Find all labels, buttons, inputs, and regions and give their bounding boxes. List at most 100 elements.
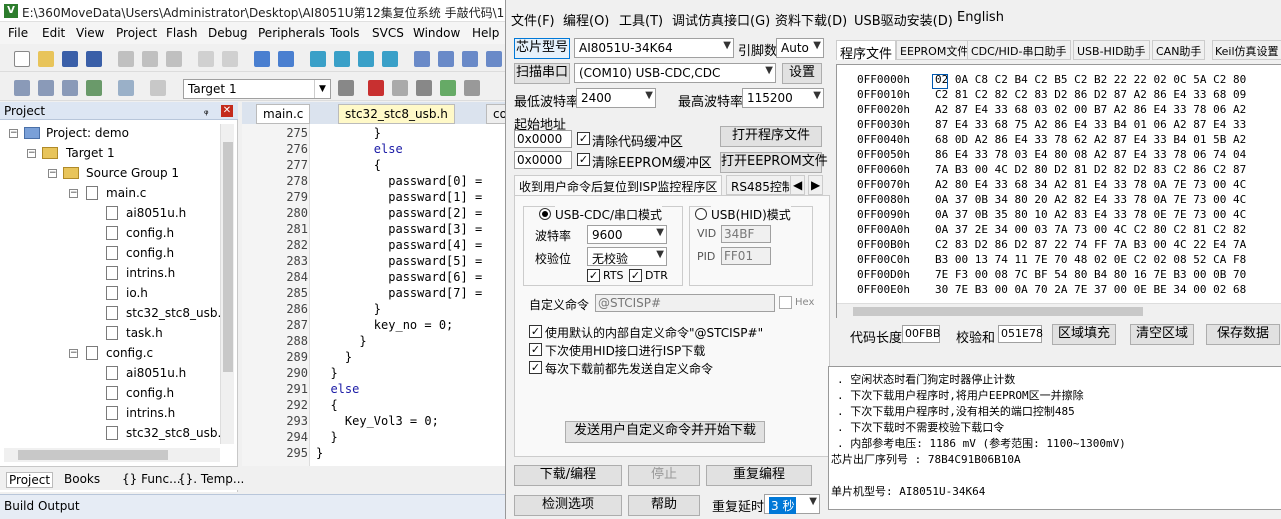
tab-eeprom-file[interactable]: EEPROM文件 — [896, 40, 973, 60]
clear-area-button[interactable]: 清空区域 — [1130, 324, 1194, 345]
area-fill-button[interactable]: 区域填充 — [1052, 324, 1116, 345]
code-start-address-input[interactable]: 0x0000 — [514, 130, 572, 148]
clear-bookmarks-icon[interactable] — [382, 51, 398, 67]
menu-view[interactable]: View — [76, 26, 104, 40]
tab-cdc-hid-serial[interactable]: CDC/HID-串口助手 — [967, 40, 1071, 60]
hex-horizontal-scrollbar[interactable] — [837, 303, 1281, 318]
tab-functions[interactable]: {} Func... — [122, 472, 181, 486]
hex-bytes[interactable]: 0A 37 0B 35 80 10 A2 83 E4 33 78 0E 7E 7… — [935, 208, 1246, 221]
tab-books[interactable]: Books — [64, 472, 100, 486]
rebuild-icon[interactable] — [62, 80, 78, 96]
settings-icon[interactable] — [464, 80, 480, 96]
tree-horizontal-scrollbar[interactable] — [4, 448, 220, 462]
tab-program-file[interactable]: 程序文件 — [836, 40, 897, 62]
usb-cdc-radio[interactable] — [539, 208, 551, 220]
chip-model-button[interactable]: 芯片型号 — [514, 38, 570, 59]
hex-bytes[interactable]: 7A B3 00 4C D2 80 D2 81 D2 82 D2 83 C2 8… — [935, 163, 1246, 176]
target-select[interactable]: Target 1 ▼ — [183, 79, 331, 99]
tab-project[interactable]: Project — [6, 472, 54, 488]
tree-source-group[interactable]: Source Group 1 — [86, 166, 179, 180]
copy-icon[interactable] — [142, 51, 158, 67]
hex-bytes[interactable]: C2 81 C2 82 C2 83 D2 86 D2 87 A2 86 E4 3… — [935, 88, 1246, 101]
tree-item[interactable]: config.h — [126, 386, 174, 400]
tree-item[interactable]: stc32_stc8_usb.h — [126, 306, 229, 320]
new-file-icon[interactable] — [14, 51, 30, 67]
custom-command-input[interactable]: @STCISP# — [595, 294, 775, 312]
open-program-file-button[interactable]: 打开程序文件 — [720, 126, 822, 147]
undo-icon[interactable] — [198, 51, 214, 67]
save-all-icon[interactable] — [86, 51, 102, 67]
target-options-icon[interactable] — [338, 80, 354, 96]
output-log[interactable]: . 空闲状态时看门狗定时器停止计数 . 下次下载用户程序时,将用户EEPROM区一… — [828, 366, 1281, 510]
hex-bytes[interactable]: 7E F3 00 08 7C BF 54 80 B4 80 16 7E B3 0… — [935, 268, 1246, 281]
open-eeprom-file-button[interactable]: 打开EEPROM文件 — [720, 152, 828, 173]
isp-menu-file[interactable]: 文件(F) — [511, 10, 555, 29]
prev-bookmark-icon[interactable] — [334, 51, 350, 67]
collapse-icon[interactable]: − — [9, 129, 18, 138]
menu-help[interactable]: Help — [472, 26, 499, 40]
tree-item[interactable]: intrins.h — [126, 406, 175, 420]
tree-item[interactable]: task.h — [126, 326, 163, 340]
download-icon[interactable] — [150, 80, 166, 96]
tree-item[interactable]: io.h — [126, 286, 148, 300]
next-use-hid-checkbox[interactable]: ✓ — [529, 343, 542, 356]
tree-item[interactable]: ai8051u.h — [126, 366, 186, 380]
download-program-button[interactable]: 下载/编程 — [514, 465, 622, 486]
indent-icon[interactable] — [414, 51, 430, 67]
file-extensions-icon[interactable] — [392, 80, 408, 96]
menu-project[interactable]: Project — [116, 26, 157, 40]
menu-edit[interactable]: Edit — [42, 26, 65, 40]
parity-select[interactable]: 无校验 ▼ — [587, 247, 667, 266]
menu-debug[interactable]: Debug — [208, 26, 247, 40]
hex-bytes[interactable]: 02 0A C8 C2 B4 C2 B5 C2 B2 22 22 02 0C 5… — [935, 73, 1246, 86]
save-data-button[interactable]: 保存数据 — [1206, 324, 1280, 345]
isp-menu-usb-driver[interactable]: USB驱动安装(D) — [854, 10, 953, 29]
settings-button[interactable]: 设置 — [782, 63, 822, 84]
menu-file[interactable]: File — [8, 26, 28, 40]
scrollbar-thumb[interactable] — [18, 450, 168, 460]
collapse-icon[interactable]: − — [69, 189, 78, 198]
tab-stc32-usb-h[interactable]: stc32_stc8_usb.h — [338, 104, 455, 124]
clear-eeprom-buffer-checkbox[interactable]: ✓ — [577, 153, 590, 166]
tree-target[interactable]: Target 1 — [66, 146, 115, 160]
tree-item[interactable]: config.h — [126, 226, 174, 240]
menu-flash[interactable]: Flash — [166, 26, 197, 40]
bookmark-icon[interactable] — [310, 51, 326, 67]
collapse-icon[interactable]: − — [48, 169, 57, 178]
hex-bytes[interactable]: 86 E4 33 78 03 E4 80 08 A2 87 E4 33 78 0… — [935, 148, 1246, 161]
nav-back-icon[interactable] — [254, 51, 270, 67]
tab-scroll-right-icon[interactable]: ▶ — [808, 175, 824, 195]
use-default-command-checkbox[interactable]: ✓ — [529, 325, 542, 338]
pin-icon[interactable]: ᵩ — [204, 104, 209, 117]
menu-peripherals[interactable]: Peripherals — [258, 26, 325, 40]
hex-bytes[interactable]: 30 7E B3 00 0A 70 2A 7E 37 00 0E BE 34 0… — [935, 283, 1246, 296]
uncomment-icon[interactable] — [486, 51, 502, 67]
tab-scroll-left-icon[interactable]: ◀ — [790, 175, 806, 195]
menu-svcs[interactable]: SVCS — [372, 26, 404, 40]
nav-forward-icon[interactable] — [278, 51, 294, 67]
unindent-icon[interactable] — [438, 51, 454, 67]
hex-bytes[interactable]: A2 87 E4 33 68 03 02 00 B7 A2 86 E4 33 7… — [935, 103, 1246, 116]
select-pack-icon[interactable] — [416, 80, 432, 96]
eeprom-start-address-input[interactable]: 0x0000 — [514, 151, 572, 169]
dtr-checkbox[interactable]: ✓ — [629, 269, 642, 282]
tree-project[interactable]: Project: demo — [46, 126, 129, 140]
batch-build-icon[interactable] — [86, 80, 102, 96]
repeat-program-button[interactable]: 重复编程 — [706, 465, 812, 486]
next-bookmark-icon[interactable] — [358, 51, 374, 67]
baud-select[interactable]: 9600 ▼ — [587, 225, 667, 244]
tree-vertical-scrollbar[interactable] — [220, 124, 234, 444]
paste-icon[interactable] — [166, 51, 182, 67]
hex-bytes[interactable]: A2 80 E4 33 68 34 A2 81 E4 33 78 0A 7E 7… — [935, 178, 1246, 191]
hex-data-view[interactable]: 0FF0000h 02 0A C8 C2 B4 C2 B5 C2 B2 22 22… — [836, 64, 1281, 318]
chip-model-select[interactable]: AI8051U-34K64 ▼ — [574, 38, 734, 58]
tab-can[interactable]: CAN助手 — [1152, 40, 1206, 60]
redo-icon[interactable] — [222, 51, 238, 67]
cut-icon[interactable] — [118, 51, 134, 67]
tab-keil-sim[interactable]: Keil仿真设置 — [1212, 40, 1281, 60]
isp-menu-program[interactable]: 编程(O) — [563, 10, 609, 29]
open-file-icon[interactable] — [38, 51, 54, 67]
pin-count-select[interactable]: Auto ▼ — [776, 38, 824, 58]
translate-icon[interactable] — [14, 80, 30, 96]
hex-bytes[interactable]: C2 83 D2 86 D2 87 22 74 FF 7A B3 00 4C 2… — [935, 238, 1246, 251]
